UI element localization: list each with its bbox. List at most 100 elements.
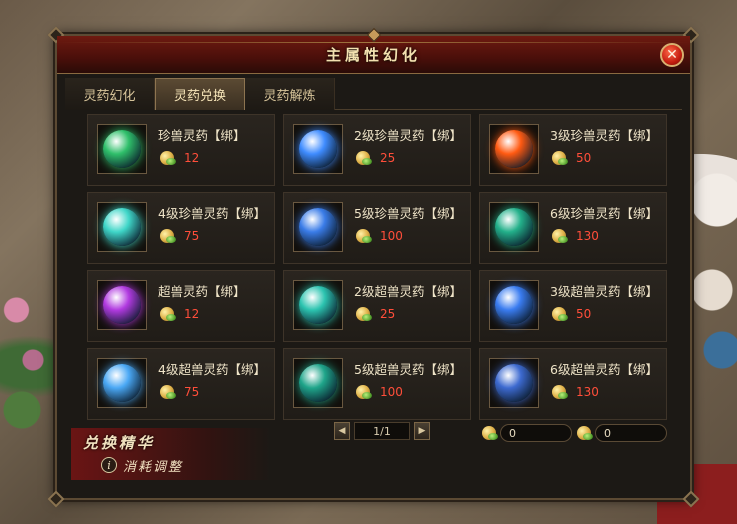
price-value: 130	[576, 385, 599, 399]
price-value: 130	[576, 229, 599, 243]
tab-elixir-refine[interactable]: 灵药解炼	[245, 78, 335, 110]
elixir-item[interactable]: 4级超兽灵药【绑】 75	[87, 348, 275, 420]
elixir-item[interactable]: 6级珍兽灵药【绑】 130	[479, 192, 667, 264]
elixir-orb-icon	[299, 364, 337, 402]
item-price: 12	[160, 151, 199, 165]
item-slot[interactable]	[489, 124, 539, 174]
item-name: 5级珍兽灵药【绑】	[354, 206, 462, 221]
item-slot[interactable]	[293, 202, 343, 252]
elixir-orb-icon	[299, 130, 337, 168]
elixir-item[interactable]: 5级珍兽灵药【绑】 100	[283, 192, 471, 264]
item-price: 75	[160, 229, 199, 243]
currency-icon	[356, 229, 372, 243]
elixir-item[interactable]: 2级珍兽灵药【绑】 25	[283, 114, 471, 186]
item-price: 50	[552, 151, 591, 165]
tab-elixir-transform[interactable]: 灵药幻化	[65, 78, 155, 110]
tab-elixir-exchange[interactable]: 灵药兑换	[155, 78, 245, 110]
close-button[interactable]: ✕	[660, 43, 684, 67]
page-indicator: 1/1	[354, 422, 410, 440]
item-name: 3级超兽灵药【绑】	[550, 284, 658, 299]
price-value: 12	[184, 307, 200, 321]
item-slot[interactable]	[293, 124, 343, 174]
item-name: 6级珍兽灵药【绑】	[550, 206, 658, 221]
close-icon: ✕	[666, 47, 678, 63]
exchange-essence-banner: 兑换精华 i 消耗调整	[71, 428, 271, 480]
currency-icon	[160, 385, 176, 399]
elixir-orb-icon	[495, 130, 533, 168]
item-price: 50	[552, 307, 591, 321]
item-name: 4级珍兽灵药【绑】	[158, 206, 266, 221]
elixir-item[interactable]: 2级超兽灵药【绑】 25	[283, 270, 471, 342]
title-bar: 主属性幻化 ✕	[57, 27, 690, 74]
currency-icon	[482, 426, 498, 440]
item-name: 超兽灵药【绑】	[158, 284, 246, 299]
item-name: 6级超兽灵药【绑】	[550, 362, 658, 377]
item-slot[interactable]	[97, 358, 147, 408]
item-slot[interactable]	[293, 358, 343, 408]
info-icon[interactable]: i	[101, 457, 117, 473]
item-slot[interactable]	[97, 202, 147, 252]
price-value: 100	[380, 229, 403, 243]
tab-bar: 灵药幻化 灵药兑换 灵药解炼	[65, 78, 682, 110]
item-name: 2级珍兽灵药【绑】	[354, 128, 462, 143]
currency-icon	[160, 307, 176, 321]
tab-label: 灵药解炼	[263, 88, 316, 104]
currency-icon	[552, 307, 568, 321]
tab-label: 灵药幻化	[83, 88, 136, 104]
elixir-item[interactable]: 5级超兽灵药【绑】 100	[283, 348, 471, 420]
window-title: 主属性幻化	[325, 46, 421, 64]
pagination: ◀ 1/1 ▶	[334, 422, 430, 440]
item-price: 25	[356, 151, 395, 165]
price-value: 12	[184, 151, 200, 165]
elixir-item[interactable]: 3级超兽灵药【绑】 50	[479, 270, 667, 342]
item-name: 珍兽灵药【绑】	[158, 128, 246, 143]
tab-label: 灵药兑换	[173, 89, 226, 104]
elixir-orb-icon	[495, 208, 533, 246]
elixir-item[interactable]: 3级珍兽灵药【绑】 50	[479, 114, 667, 186]
elixir-item[interactable]: 珍兽灵药【绑】 12	[87, 114, 275, 186]
item-price: 75	[160, 385, 199, 399]
currency-icon	[577, 426, 593, 440]
elixir-orb-icon	[495, 364, 533, 402]
currency-icon	[552, 229, 568, 243]
elixir-item[interactable]: 4级珍兽灵药【绑】 75	[87, 192, 275, 264]
price-value: 75	[184, 385, 200, 399]
elixir-orb-icon	[103, 364, 141, 402]
elixir-item[interactable]: 6级超兽灵药【绑】 130	[479, 348, 667, 420]
item-slot[interactable]	[97, 124, 147, 174]
elixir-item[interactable]: 超兽灵药【绑】 12	[87, 270, 275, 342]
item-price: 100	[356, 385, 403, 399]
item-slot[interactable]	[489, 202, 539, 252]
banner-title: 兑换精华	[83, 434, 156, 452]
currency-icon	[160, 151, 176, 165]
item-slot[interactable]	[293, 280, 343, 330]
price-value: 50	[576, 151, 592, 165]
item-slot[interactable]	[489, 358, 539, 408]
elixir-grid: 珍兽灵药【绑】 12 2级珍兽灵药【绑】 25 3级珍兽灵药【绑】 50 4级珍兽灵药【绑】…	[87, 114, 669, 424]
title-gem-icon	[366, 27, 382, 43]
item-name: 2级超兽灵药【绑】	[354, 284, 462, 299]
currency-display: 0	[577, 424, 667, 442]
item-name: 5级超兽灵药【绑】	[354, 362, 462, 377]
elixir-orb-icon	[103, 286, 141, 324]
item-slot[interactable]	[97, 280, 147, 330]
item-name: 4级超兽灵药【绑】	[158, 362, 266, 377]
currency-value: 0	[595, 424, 667, 442]
item-slot[interactable]	[489, 280, 539, 330]
banner-subtitle: 消耗调整	[123, 460, 184, 475]
elixir-orb-icon	[103, 208, 141, 246]
item-price: 12	[160, 307, 199, 321]
currency-value: 0	[500, 424, 572, 442]
chevron-right-icon: ▶	[418, 426, 426, 436]
prev-page-button[interactable]: ◀	[334, 422, 350, 440]
next-page-button[interactable]: ▶	[414, 422, 430, 440]
item-price: 130	[552, 385, 599, 399]
price-value: 100	[380, 385, 403, 399]
elixir-orb-icon	[103, 130, 141, 168]
currency-icon	[160, 229, 176, 243]
currency-display: 0	[482, 424, 572, 442]
currency-icon	[356, 151, 372, 165]
attribute-transform-window: 主属性幻化 ✕ 灵药幻化 灵药兑换 灵药解炼 珍兽灵药【绑】 12 2级珍兽灵药【绑…	[47, 26, 700, 508]
elixir-orb-icon	[495, 286, 533, 324]
currency-icon	[356, 307, 372, 321]
